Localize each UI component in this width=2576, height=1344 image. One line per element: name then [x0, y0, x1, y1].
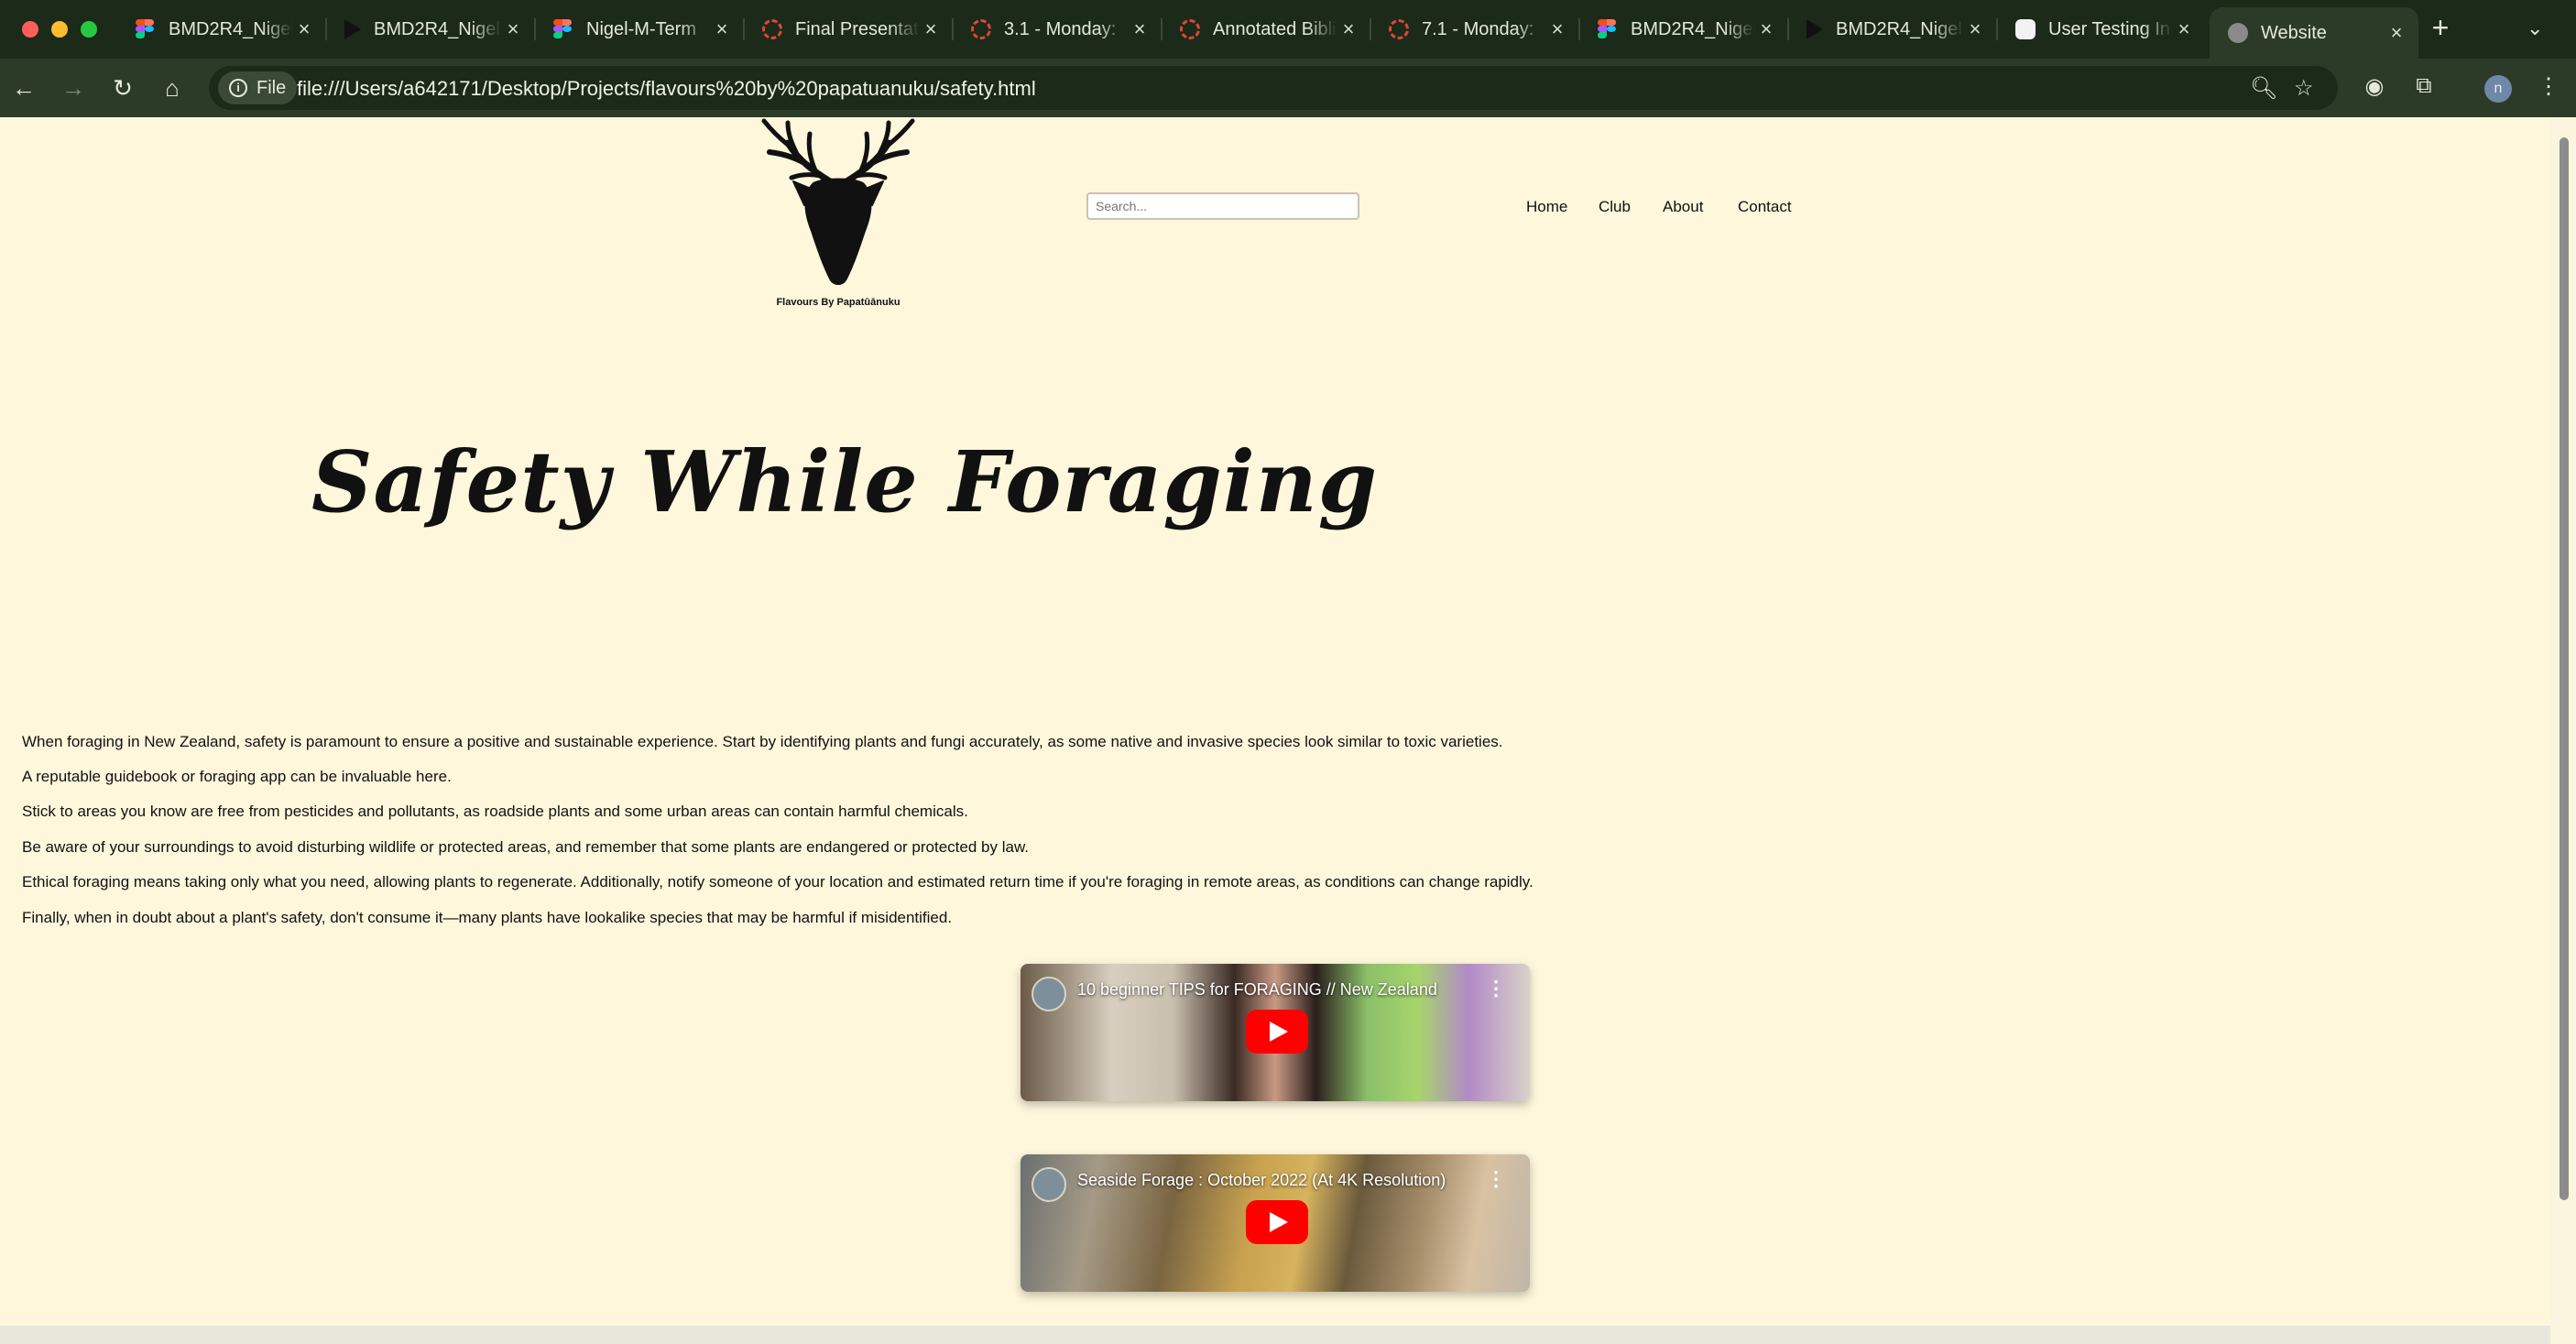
- page-title: Safety While Foraging: [311, 432, 1379, 531]
- tab-title: BMD2R4_Nigel: [374, 18, 500, 39]
- nav-link-club[interactable]: Club: [1599, 198, 1631, 216]
- scheme-label: File: [257, 77, 287, 98]
- close-tab-icon[interactable]: ×: [1546, 17, 1568, 41]
- close-tab-icon[interactable]: ×: [2173, 17, 2195, 41]
- reload-icon[interactable]: ↻: [108, 73, 137, 103]
- tab-strip: BMD2R4_Nigel × BMD2R4_Nigel × Nigel-M-Te…: [0, 0, 2576, 59]
- back-arrow-icon[interactable]: ←: [9, 73, 38, 103]
- stag-head-logo[interactable]: [751, 117, 925, 300]
- nav-link-contact[interactable]: Contact: [1738, 198, 1792, 216]
- globe-icon: [2228, 23, 2248, 43]
- more-menu-icon[interactable]: ⋮: [2534, 73, 2563, 100]
- tab-title: User Testing In: [2048, 18, 2171, 39]
- body-paragraph: A reputable guidebook or foraging app ca…: [22, 768, 452, 785]
- page-viewport: Flavours By Papatūānuku Home Club About …: [0, 117, 2576, 1344]
- browser-tab[interactable]: BMD2R4_Nigel ×: [1788, 7, 1998, 51]
- youtube-play-button[interactable]: [1246, 1010, 1308, 1054]
- nav-link-about[interactable]: About: [1663, 198, 1703, 216]
- channel-avatar: [1031, 1167, 1066, 1202]
- canvas-icon: [1389, 19, 1409, 39]
- nav-link-home[interactable]: Home: [1526, 198, 1567, 216]
- tab-title: 7.1 - Monday:: [1422, 18, 1534, 39]
- video-more-icon[interactable]: ⋮: [1486, 1167, 1506, 1191]
- canvas-icon: [971, 19, 991, 39]
- youtube-play-button[interactable]: [1246, 1200, 1308, 1244]
- close-tab-icon[interactable]: ×: [1964, 17, 1986, 41]
- close-window-button[interactable]: [22, 21, 38, 38]
- scrollbar-thumb[interactable]: [2560, 137, 2569, 1200]
- extensions-puzzle-icon[interactable]: ⧉: [2409, 73, 2439, 99]
- tab-title: Final Presentation: [795, 18, 920, 39]
- browser-tab-active[interactable]: Website ×: [2210, 7, 2418, 59]
- new-tab-button[interactable]: +: [2422, 11, 2459, 45]
- forward-arrow-icon[interactable]: →: [59, 73, 88, 103]
- tab-title: BMD2R4_Nigel: [1836, 18, 1962, 39]
- chatgpt-icon: [2015, 19, 2036, 39]
- vertical-scrollbar[interactable]: [2550, 117, 2576, 1344]
- tab-title: Nigel-M-Term: [586, 18, 696, 39]
- close-tab-icon[interactable]: ×: [920, 17, 942, 41]
- url-text[interactable]: file:///Users/a642171/Desktop/Projects/f…: [297, 77, 1036, 101]
- page-footer-edge: [0, 1326, 2550, 1344]
- browser-toolbar: ← → ↻ ⌂ i File file:///Users/a642171/Des…: [0, 59, 2576, 117]
- close-tab-icon[interactable]: ×: [2385, 21, 2407, 45]
- video-title[interactable]: Seaside Forage : October 2022 (At 4K Res…: [1077, 1171, 1446, 1190]
- close-tab-icon[interactable]: ×: [1755, 17, 1777, 41]
- info-icon: i: [229, 79, 247, 97]
- fullscreen-window-button[interactable]: [81, 21, 97, 38]
- body-paragraph: Stick to areas you know are free from pe…: [22, 803, 968, 820]
- youtube-video-embed[interactable]: 10 beginner TIPS for FORAGING // New Zea…: [1021, 964, 1530, 1101]
- canvas-icon: [762, 19, 782, 39]
- browser-tab[interactable]: Final Presentation ×: [744, 7, 954, 51]
- address-bar[interactable]: i File file:///Users/a642171/Desktop/Pro…: [209, 66, 2338, 110]
- site-info-chip[interactable]: i File: [218, 71, 298, 104]
- tab-title: Annotated Bibliography: [1213, 18, 1337, 39]
- youtube-video-embed[interactable]: Seaside Forage : October 2022 (At 4K Res…: [1021, 1154, 1530, 1292]
- video-title[interactable]: 10 beginner TIPS for FORAGING // New Zea…: [1077, 980, 1437, 1000]
- tab-search-chevron-icon[interactable]: ⌄: [2527, 16, 2543, 40]
- bookmark-star-icon[interactable]: ☆: [2294, 75, 2314, 102]
- tab-title: 3.1 - Monday:: [1004, 18, 1117, 39]
- home-icon[interactable]: ⌂: [158, 73, 187, 103]
- tab-title: BMD2R4_Nigel: [169, 18, 293, 39]
- tab-title: BMD2R4_Nigel: [1631, 18, 1755, 39]
- browser-tab[interactable]: Nigel-M-Term ×: [535, 7, 745, 51]
- tab-title: Website: [2261, 22, 2327, 43]
- play-icon: [344, 19, 361, 39]
- search-input[interactable]: [1086, 192, 1359, 220]
- browser-tab[interactable]: User Testing In ×: [1997, 7, 2206, 51]
- browser-tab[interactable]: Annotated Bibliography ×: [1162, 7, 1371, 51]
- video-more-icon[interactable]: ⋮: [1486, 977, 1506, 1000]
- body-paragraph: Ethical foraging means taking only what …: [22, 873, 1534, 891]
- canvas-icon: [1180, 19, 1200, 39]
- play-icon: [1806, 19, 1823, 39]
- close-tab-icon[interactable]: ×: [711, 17, 733, 41]
- browser-tab[interactable]: 3.1 - Monday: ×: [953, 7, 1162, 51]
- grammarly-extension-icon[interactable]: ◉: [2360, 73, 2389, 100]
- body-paragraph: Be aware of your surroundings to avoid d…: [22, 838, 1030, 856]
- close-tab-icon[interactable]: ×: [293, 17, 315, 41]
- close-tab-icon[interactable]: ×: [1129, 17, 1151, 41]
- browser-tab[interactable]: BMD2R4_Nigel ×: [326, 7, 536, 51]
- channel-avatar: [1031, 977, 1066, 1011]
- figma-icon: [136, 19, 156, 39]
- close-tab-icon[interactable]: ×: [1337, 17, 1359, 41]
- browser-tab[interactable]: BMD2R4_Nigel ×: [1579, 7, 1789, 51]
- browser-tab[interactable]: BMD2R4_Nigel ×: [117, 7, 327, 51]
- body-paragraph: Finally, when in doubt about a plant's s…: [22, 909, 953, 926]
- logo-caption: Flavours By Papatūānuku: [776, 297, 901, 308]
- body-paragraph: When foraging in New Zealand, safety is …: [22, 733, 1503, 750]
- browser-tab[interactable]: 7.1 - Monday: ×: [1370, 7, 1580, 51]
- profile-avatar[interactable]: n: [2484, 75, 2512, 103]
- zoom-icon[interactable]: 🔍︎: [2250, 75, 2277, 102]
- figma-icon: [1598, 19, 1618, 39]
- close-tab-icon[interactable]: ×: [502, 17, 524, 41]
- figma-icon: [553, 19, 573, 39]
- minimize-window-button[interactable]: [51, 21, 68, 38]
